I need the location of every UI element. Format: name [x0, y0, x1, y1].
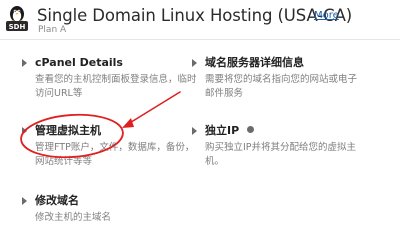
feature-title: 管理虚拟主机 — [35, 124, 101, 137]
logo-text: SDH — [9, 23, 26, 31]
plan-header: SDH Single Domain Linux Hosting (USA-CA)… — [0, 0, 400, 40]
arrow-right-icon — [192, 59, 197, 67]
feature-title: cPanel Details — [35, 56, 123, 69]
nameserver-details-link[interactable]: 域名服务器详细信息 — [190, 56, 390, 70]
hosting-plan-page: SDH Single Domain Linux Hosting (USA-CA)… — [0, 0, 400, 252]
arrow-right-icon — [22, 197, 27, 205]
page-title: Single Domain Linux Hosting (USA-CA) — [37, 6, 353, 25]
feature-cpanel-details: cPanel Details 查看您的主机控制面板登录信息，临时访问URL等 — [20, 56, 197, 100]
manage-hosting-link[interactable]: 管理虚拟主机 — [20, 124, 195, 138]
feature-dedicated-ip: 独立IP 购买独立IP并将其分配给您的虚拟主机。 — [190, 124, 390, 168]
feature-change-domain: 修改域名 修改主机的主域名 — [20, 194, 195, 225]
plan-subtitle: Plan A — [38, 25, 67, 35]
feature-description: 需要将您的域名指向您的网站或电子邮件服务 — [205, 74, 358, 99]
feature-description: 修改主机的主域名 — [35, 212, 112, 223]
feature-title: 修改域名 — [35, 194, 79, 207]
feature-description: 购买独立IP并将其分配给您的虚拟主机。 — [205, 142, 357, 167]
feature-description: 管理FTP账户，文件，数据库，备份，网站统计等等 — [35, 142, 195, 167]
arrow-right-icon — [22, 59, 27, 67]
feature-description: 查看您的主机控制面板登录信息，临时访问URL等 — [35, 74, 197, 99]
penguin-sdh-logo: SDH — [6, 6, 28, 31]
header-divider — [0, 39, 400, 40]
arrow-right-icon — [192, 127, 197, 135]
more-link[interactable]: More — [314, 10, 339, 21]
feature-manage-hosting: 管理虚拟主机 管理FTP账户，文件，数据库，备份，网站统计等等 — [20, 124, 195, 168]
feature-title: 域名服务器详细信息 — [205, 56, 304, 69]
dedicated-ip-link[interactable]: 独立IP — [190, 124, 390, 138]
cpanel-details-link[interactable]: cPanel Details — [20, 56, 195, 70]
feature-nameserver-details: 域名服务器详细信息 需要将您的域名指向您的网站或电子邮件服务 — [190, 56, 390, 100]
arrow-right-icon — [22, 127, 27, 135]
change-domain-link[interactable]: 修改域名 — [20, 194, 195, 208]
status-dot-icon — [247, 126, 254, 133]
feature-title: 独立IP — [205, 124, 240, 137]
